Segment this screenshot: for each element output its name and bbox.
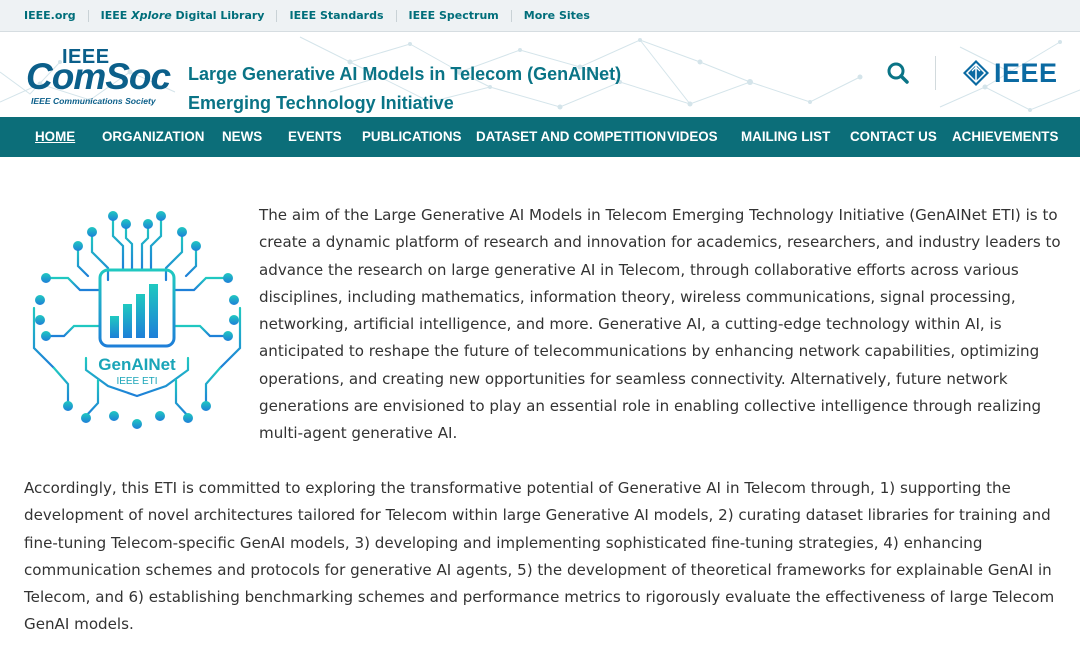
nav-item-achievements[interactable]: ACHIEVEMENTS: [952, 117, 1058, 157]
link-more-sites-label: More Sites: [523, 8, 590, 22]
genainet-logo: GenAINet IEEE ETI: [32, 211, 242, 429]
page-title: Large Generative AI Models in Telecom (G…: [188, 60, 621, 117]
genainet-logo-name: GenAINet: [98, 355, 176, 374]
comsoc-logo-wordmark: ComSoc: [26, 56, 171, 97]
nav-item-mailing-list[interactable]: MAILING LIST: [741, 117, 830, 157]
link-ieee-xplore[interactable]: IEEE Xplore Digital Library: [89, 8, 278, 22]
page-title-line1: Large Generative AI Models in Telecom (G…: [188, 64, 622, 84]
goals-paragraph: Accordingly, this ETI is committed to ex…: [24, 479, 1055, 634]
nav-item-videos[interactable]: VIDEOS: [667, 117, 718, 157]
nav-item-events-label: EVENTS: [288, 129, 342, 144]
link-ieee-org-label: IEEE.org: [24, 8, 76, 22]
nav-item-home[interactable]: HOME: [35, 117, 75, 157]
link-ieee-standards[interactable]: IEEE Standards: [277, 8, 397, 22]
nav-item-videos-label: VIDEOS: [667, 129, 718, 144]
link-ieee-xplore-italic: Xplore: [131, 8, 172, 22]
nav-item-dataset-label: DATASET AND COMPETITION: [476, 129, 667, 144]
ieee-logo[interactable]: IEEE: [962, 58, 1058, 88]
comsoc-logo[interactable]: IEEE ComSoc IEEE Communications Society: [26, 46, 186, 110]
nav-item-publications[interactable]: PUBLICATIONS: [362, 117, 461, 157]
ieee-diamond-icon: [963, 60, 989, 86]
genainet-logo-sub: IEEE ETI: [116, 376, 157, 387]
nav-item-achievements-label: ACHIEVEMENTS: [952, 129, 1059, 144]
nav-item-publications-label: PUBLICATIONS: [362, 129, 462, 144]
site-header: IEEE ComSoc IEEE Communications Society …: [0, 32, 1080, 117]
nav-item-organization-label: ORGANIZATION: [102, 129, 205, 144]
nav-item-organization[interactable]: ORGANIZATION: [102, 117, 204, 157]
utility-bar: IEEE.org IEEE Xplore Digital Library IEE…: [0, 0, 1080, 32]
nav-item-contact-us[interactable]: CONTACT US: [850, 117, 937, 157]
nav-item-news-label: NEWS: [222, 129, 263, 144]
comsoc-logo-society: IEEE Communications Society: [31, 96, 156, 106]
link-ieee-org[interactable]: IEEE.org: [0, 8, 89, 22]
link-more-sites[interactable]: More Sites: [512, 8, 602, 22]
nav-item-home-label: HOME: [35, 129, 76, 144]
link-ieee-spectrum[interactable]: IEEE Spectrum: [397, 8, 512, 22]
link-ieee-xplore-suffix: Digital Library: [171, 8, 265, 22]
link-ieee-xplore-prefix: IEEE: [100, 8, 132, 22]
ieee-logo-word: IEEE: [994, 57, 1058, 88]
nav-item-news[interactable]: NEWS: [222, 117, 262, 157]
page-title-line2: Emerging Technology Initiative: [188, 93, 454, 113]
search-icon: [887, 62, 909, 84]
link-ieee-spectrum-label: IEEE Spectrum: [408, 8, 499, 22]
header-divider: [935, 56, 936, 90]
intro-paragraph: The aim of the Large Generative AI Model…: [259, 206, 1061, 443]
nav-item-dataset-and-competition[interactable]: DATASET AND COMPETITION: [476, 117, 666, 157]
search-button[interactable]: [885, 60, 911, 86]
nav-item-contact-us-label: CONTACT US: [850, 129, 937, 144]
nav-item-mailing-list-label: MAILING LIST: [741, 129, 831, 144]
main-nav: HOME ORGANIZATION NEWS EVENTS PUBLICATIO…: [0, 117, 1080, 157]
link-ieee-standards-label: IEEE Standards: [289, 8, 384, 22]
nav-item-events[interactable]: EVENTS: [288, 117, 342, 157]
